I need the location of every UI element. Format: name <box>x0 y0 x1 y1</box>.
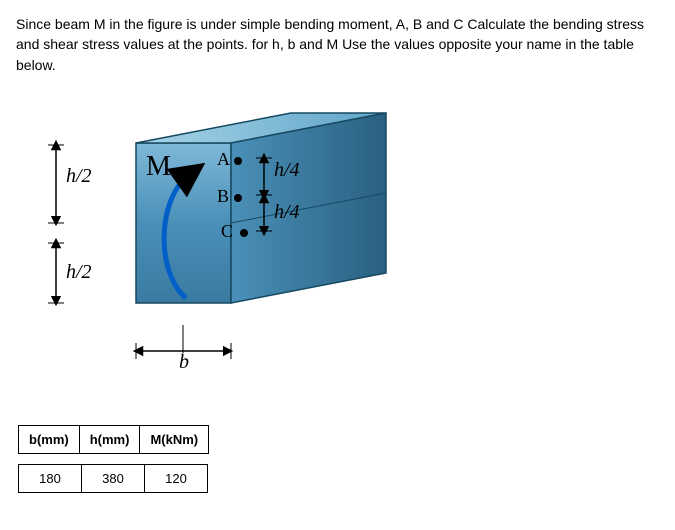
val-M: 120 <box>145 464 208 492</box>
val-b: 180 <box>19 464 82 492</box>
values-table: b(mm) h(mm) M(kNm) <box>18 425 209 454</box>
table-row: 180 380 120 <box>19 464 208 492</box>
dim-b: b <box>179 351 189 374</box>
dim-h-half-lower: h/2 <box>66 261 92 284</box>
point-C-label: C <box>221 221 233 242</box>
beam-svg <box>6 103 426 403</box>
values-table-row: 180 380 120 <box>18 464 208 493</box>
problem-statement: Since beam M in the figure is under simp… <box>16 14 659 75</box>
col-M-header: M(kNm) <box>140 425 209 453</box>
point-A-label: A <box>217 149 230 170</box>
moment-label: M <box>146 151 171 183</box>
beam-figure: M A B C h/2 h/2 h/4 h/4 b <box>6 103 426 403</box>
col-h-header: h(mm) <box>79 425 140 453</box>
table-header-row: b(mm) h(mm) M(kNm) <box>19 425 209 453</box>
point-C-dot <box>240 229 248 237</box>
dim-h-half-upper: h/2 <box>66 165 92 188</box>
point-A-dot <box>234 157 242 165</box>
point-B-label: B <box>217 186 229 207</box>
point-B-dot <box>234 194 242 202</box>
dim-h4-AB: h/4 <box>274 159 300 182</box>
val-h: 380 <box>82 464 145 492</box>
col-b-header: b(mm) <box>19 425 80 453</box>
dim-h4-BC: h/4 <box>274 201 300 224</box>
